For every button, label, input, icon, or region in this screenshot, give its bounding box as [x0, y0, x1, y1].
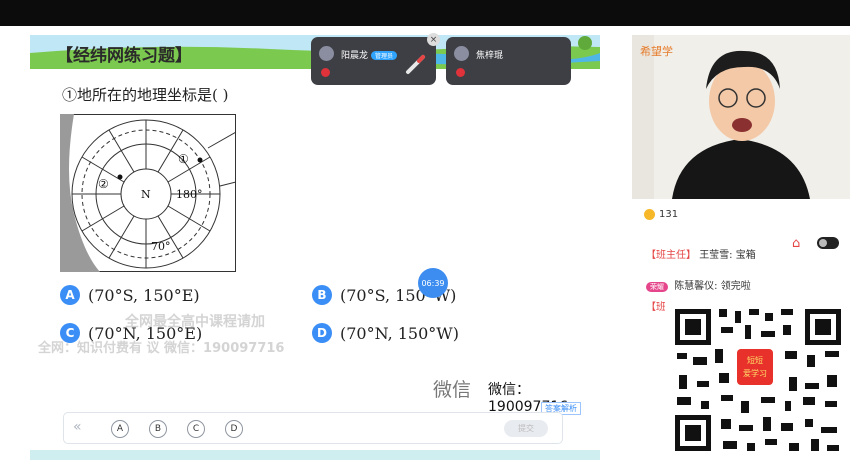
coin-icon [644, 209, 655, 220]
participant-name: 阳晨龙 管理员 [341, 48, 398, 61]
chat-role: 【班主任】 [646, 250, 696, 261]
coin-counter: 131 [644, 209, 678, 220]
brand-logo: 希望学 [640, 45, 673, 58]
honor-badge: 荣耀 [646, 282, 668, 292]
mic-icon [456, 68, 465, 77]
banner-title: 【经纬网练习题】 [56, 46, 192, 66]
answer-choice-c[interactable]: C [187, 420, 205, 438]
bottom-strip [30, 450, 600, 460]
wechat-watermark: 微信 [433, 379, 472, 401]
close-icon[interactable]: × [427, 33, 440, 46]
north-pole-label: N [141, 188, 151, 201]
option-d-bubble: D [312, 323, 332, 343]
qr-code: 短短 爱学习 [665, 297, 850, 460]
point-2-label: ② [98, 177, 109, 191]
answer-choice-a[interactable]: A [111, 420, 129, 438]
chat-message: 荣耀 陈慧馨仪: 领完啦 [646, 277, 751, 292]
chat-text: 陈慧馨仪: 领完啦 [674, 281, 751, 292]
collapse-icon[interactable]: « [73, 419, 82, 435]
pen-icon [406, 55, 425, 74]
teacher-portrait [632, 35, 850, 199]
mic-icon [321, 68, 330, 77]
option-a-text: (70°S, 150°E) [88, 285, 200, 305]
chat-role: 【班 [646, 302, 666, 313]
avatar [319, 46, 334, 61]
watermark-line-1: 全网最全高中课程请加 [125, 314, 265, 330]
question-text: ①地所在的地理坐标是( ) [62, 86, 229, 104]
participant-name: 焦梓琨 [476, 51, 504, 61]
option-a-bubble: A [60, 285, 80, 305]
chat-message: 【班主任】 王莹雪: 宝箱 [646, 246, 756, 261]
timer-badge: 06:39 [418, 268, 448, 298]
point-1-label: ① [178, 152, 189, 166]
top-bar [0, 0, 850, 26]
option-d[interactable]: D (70°N, 150°W) [312, 323, 459, 343]
latitude-label: 70° [151, 240, 171, 253]
participant-card-1[interactable]: 阳晨龙 管理员 × [311, 33, 440, 85]
option-d-text: (70°N, 150°W) [340, 323, 459, 343]
chat-text: 王莹雪: 宝箱 [699, 250, 756, 261]
polar-projection-diagram: N ① ② 180° 70° [60, 114, 236, 272]
answer-choice-d[interactable]: D [225, 420, 243, 438]
longitude-label: 180° [176, 188, 203, 201]
watermark-line-2: 全网：知识付费有 议 微信：190097716 [38, 341, 285, 356]
lesson-slide: 【经纬网练习题】 ①地所在的地理坐标是( ) N ① ② 180° 70° A … [30, 35, 600, 460]
teacher-video: 希望学 [632, 35, 850, 199]
admin-tag: 管理员 [371, 51, 398, 60]
answer-bar: « A B C D 提交 [63, 412, 563, 444]
answer-choice-b[interactable]: B [149, 420, 167, 438]
submit-button[interactable]: 提交 [504, 420, 548, 437]
toggle-switch[interactable] [817, 237, 839, 249]
chat-message: 【班 [646, 298, 666, 313]
avatar [454, 46, 469, 61]
qr-center-logo: 短短 爱学习 [737, 349, 773, 385]
house-icon[interactable]: ⌂ [792, 236, 800, 251]
participant-card-2[interactable]: 焦梓琨 [446, 37, 571, 85]
option-b-bubble: B [312, 285, 332, 305]
option-a[interactable]: A (70°S, 150°E) [60, 285, 200, 305]
